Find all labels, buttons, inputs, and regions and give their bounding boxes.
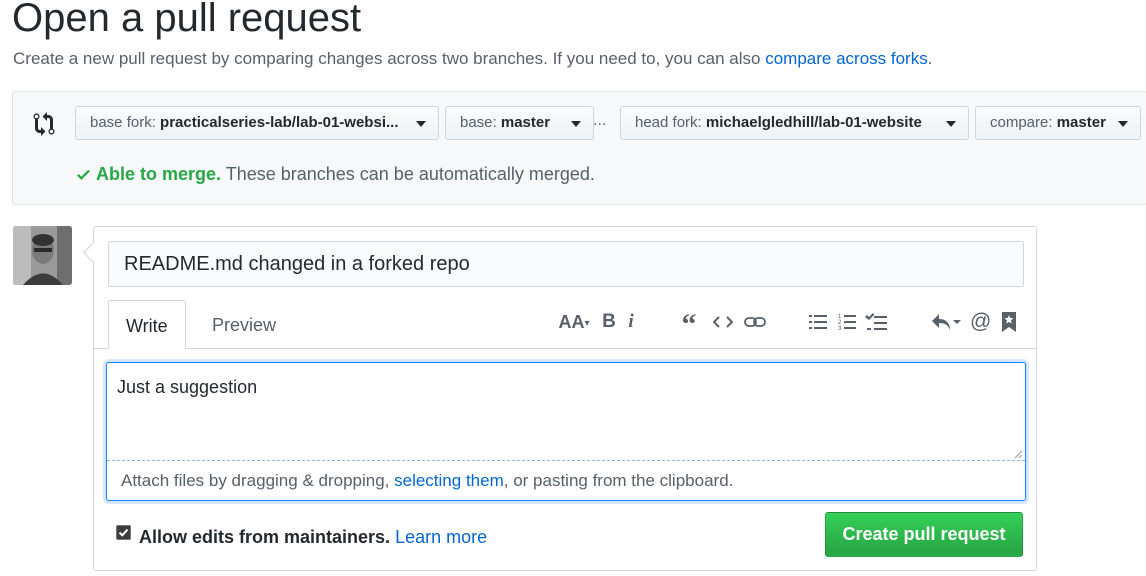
- link-tool[interactable]: [742, 307, 768, 337]
- pull-request-form: README.md changed in a forked repo Write…: [93, 226, 1037, 571]
- saved-replies-tool[interactable]: [999, 307, 1019, 337]
- task-list-tool[interactable]: [864, 307, 888, 337]
- base-label: base:: [460, 114, 497, 131]
- compare-value: master: [1056, 114, 1106, 131]
- merge-status: Able to merge. These branches can be aut…: [75, 164, 595, 185]
- bold-tool[interactable]: B: [599, 307, 619, 337]
- compare-separator: ...: [593, 112, 607, 129]
- unordered-list-icon: [809, 314, 827, 329]
- italic-icon: i: [628, 311, 634, 332]
- reply-icon: [932, 313, 961, 330]
- ordered-list-tool[interactable]: 123: [836, 307, 858, 337]
- git-compare-icon: [33, 112, 55, 136]
- subtitle-text: Create a new pull request by comparing c…: [13, 49, 766, 68]
- bold-icon: B: [602, 311, 616, 332]
- chevron-down-icon: [946, 121, 956, 127]
- bookmark-icon: [1002, 311, 1016, 332]
- mention-icon: @: [970, 310, 992, 333]
- check-icon: [77, 169, 90, 180]
- base-value: master: [500, 114, 551, 131]
- link-icon: [744, 317, 766, 327]
- subtitle-end: .: [927, 49, 933, 68]
- attach-files-hint: Attach files by dragging & dropping, sel…: [121, 471, 733, 491]
- compare-panel: base fork: practicalseries-lab/lab-01-we…: [12, 91, 1146, 205]
- head-fork-label: head fork:: [635, 114, 702, 131]
- chevron-down-icon: ▾: [584, 318, 590, 329]
- user-avatar-image: [13, 226, 72, 285]
- pr-title-input[interactable]: README.md changed in a forked repo: [108, 241, 1024, 287]
- task-list-icon: [865, 312, 887, 330]
- select-files-link[interactable]: selecting them: [394, 471, 504, 490]
- head-fork-select[interactable]: head fork: michaelgledhill/lab-01-websit…: [620, 106, 969, 140]
- compare-across-forks-link[interactable]: compare across forks: [765, 49, 928, 68]
- attach-text-end: , or pasting from the clipboard.: [503, 471, 734, 490]
- compare-branch-select[interactable]: compare: master: [975, 106, 1141, 140]
- create-pull-request-button[interactable]: Create pull request: [825, 512, 1023, 557]
- code-tool[interactable]: [711, 307, 735, 337]
- quote-icon: “: [681, 308, 697, 341]
- merge-status-detail: These branches can be automatically merg…: [221, 164, 595, 184]
- pr-body-textarea[interactable]: Just a suggestion: [107, 363, 1025, 461]
- allow-edits-label: Allow edits from maintainers.: [139, 527, 391, 547]
- code-icon: [712, 316, 734, 328]
- resize-handle-icon[interactable]: [1013, 449, 1023, 459]
- avatar[interactable]: [13, 226, 72, 285]
- checkmark-icon: [117, 526, 130, 539]
- mention-tool[interactable]: @: [970, 307, 992, 337]
- heading-icon: AA: [558, 312, 585, 332]
- attach-text: Attach files by dragging & dropping,: [121, 471, 395, 490]
- heading-tool[interactable]: AA▾: [554, 307, 594, 337]
- learn-more-link[interactable]: Learn more: [395, 527, 487, 547]
- allow-edits-option: Allow edits from maintainers. Learn more: [116, 525, 487, 548]
- base-fork-value: practicalseries-lab/lab-01-websi...: [160, 114, 399, 131]
- page-title: Open a pull request: [12, 0, 362, 40]
- base-branch-select[interactable]: base: master: [445, 106, 594, 140]
- allow-edits-checkbox[interactable]: [116, 525, 131, 540]
- merge-status-label: Able to merge.: [96, 164, 222, 184]
- unordered-list-tool[interactable]: [807, 307, 829, 337]
- page-subtitle: Create a new pull request by comparing c…: [13, 48, 932, 70]
- compare-label: compare:: [990, 114, 1053, 131]
- svg-text:3: 3: [838, 326, 842, 331]
- chevron-down-icon: [1118, 121, 1128, 127]
- markdown-toolbar: AA▾ B i “ 123 @: [94, 307, 1036, 341]
- chevron-down-icon: [571, 121, 581, 127]
- pr-body-editor[interactable]: Just a suggestion Attach files by draggi…: [106, 362, 1026, 501]
- base-fork-label: base fork:: [90, 114, 156, 131]
- base-fork-select[interactable]: base fork: practicalseries-lab/lab-01-we…: [75, 106, 439, 140]
- chevron-down-icon: [416, 121, 426, 127]
- italic-tool[interactable]: i: [623, 307, 639, 337]
- reply-tool[interactable]: [930, 307, 962, 337]
- head-fork-value: michaelgledhill/lab-01-website: [705, 114, 922, 131]
- quote-tool[interactable]: “: [678, 307, 700, 341]
- ordered-list-icon: 123: [838, 314, 856, 332]
